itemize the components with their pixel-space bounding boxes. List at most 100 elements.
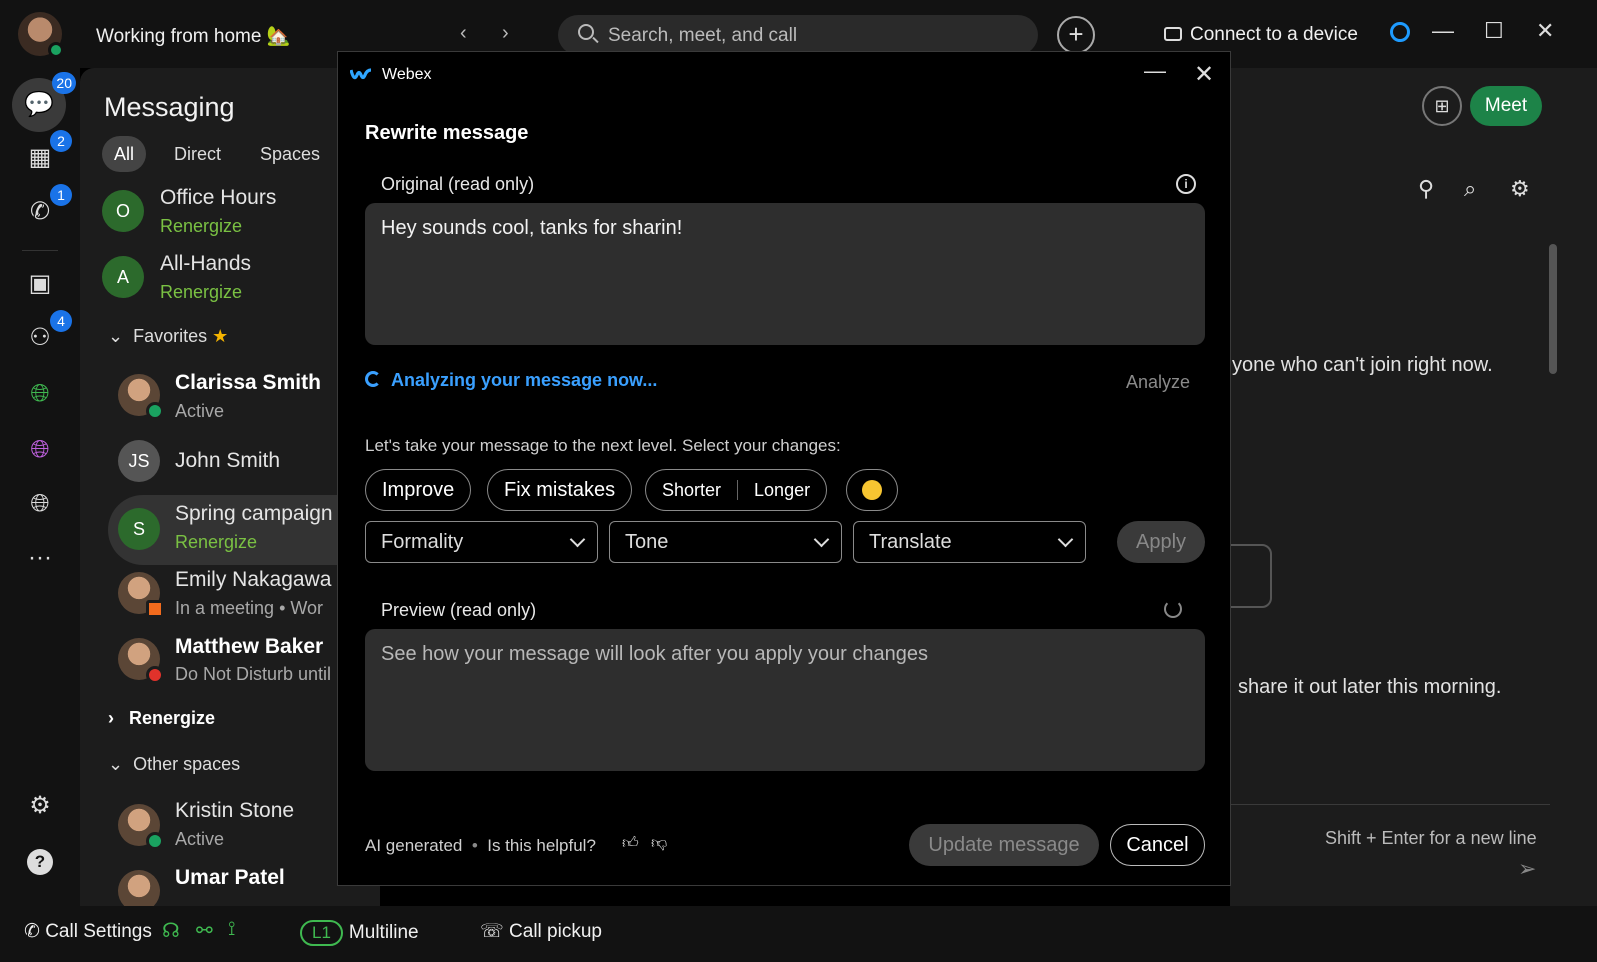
calendar-plus-icon: ⊞	[1434, 96, 1450, 116]
forward-arrow-icon[interactable]: ›	[502, 22, 509, 45]
update-message-button[interactable]: Update message	[909, 824, 1099, 866]
ai-generated-label: AI generated	[365, 836, 463, 855]
new-action-button[interactable]: +	[1057, 16, 1095, 54]
settings-gear-icon[interactable]: ⚙	[18, 784, 62, 828]
preview-message-box: See how your message will look after you…	[365, 629, 1205, 771]
calendar-nav-button[interactable]: ▦ 2	[18, 130, 72, 180]
analyze-button[interactable]: Analyze	[1126, 372, 1190, 393]
other-spaces-label: Other spaces	[133, 754, 241, 774]
favorites-label: Favorites	[133, 326, 208, 346]
minimize-window-button[interactable]: —	[1432, 18, 1454, 44]
contacts-nav-button[interactable]: ▣	[18, 262, 62, 306]
longer-option[interactable]: Longer	[754, 480, 810, 500]
search-input[interactable]: Search, meet, and call	[558, 15, 1038, 55]
messaging-nav-button[interactable]: 💬 20	[12, 72, 76, 132]
formality-label: Formality	[381, 531, 464, 553]
call-settings-label: Call Settings	[45, 921, 152, 942]
tone-select[interactable]: Tone	[609, 521, 842, 563]
send-icon[interactable]: ➢	[1518, 856, 1536, 882]
favorites-section-toggle[interactable]: ⌄ Favorites ★	[108, 326, 228, 347]
globe-purple-icon[interactable]: 🌐︎	[18, 428, 62, 472]
back-arrow-icon[interactable]: ‹	[460, 22, 467, 45]
translate-label: Translate	[869, 531, 952, 553]
filter-direct-tab[interactable]: Direct	[162, 136, 233, 172]
avatar	[118, 804, 164, 850]
messaging-badge: 20	[52, 72, 76, 94]
original-message-text: Hey sounds cool, tanks for sharin!	[381, 217, 683, 239]
maximize-window-button[interactable]: ☐	[1484, 18, 1504, 44]
dialog-app-name: Webex	[382, 66, 432, 83]
emoji-chip[interactable]	[846, 469, 898, 511]
apply-button[interactable]: Apply	[1117, 521, 1205, 563]
avatar	[118, 374, 164, 420]
voicemail-icon[interactable]: ☊	[162, 918, 180, 943]
renergize-section-toggle[interactable]: › Renergize	[108, 708, 215, 729]
refresh-icon[interactable]	[1164, 600, 1182, 618]
call-status-icon[interactable]: ⟟	[228, 918, 235, 941]
shorter-option[interactable]: Shorter	[662, 480, 721, 500]
helpful-question: Is this helpful?	[487, 836, 596, 855]
instructions-text: Let's take your message to the next leve…	[365, 436, 841, 455]
call-pickup-icon: ☏	[480, 921, 504, 942]
chat-message-text: yone who can't join right now.	[1232, 354, 1493, 376]
other-spaces-section-toggle[interactable]: ⌄ Other spaces	[108, 754, 240, 775]
dialog-minimize-button[interactable]: —	[1144, 58, 1166, 84]
fix-mistakes-chip[interactable]: Fix mistakes	[487, 469, 633, 511]
chat-panel	[1230, 68, 1597, 914]
call-settings-button[interactable]: ✆ Call Settings	[24, 920, 152, 943]
dialog-close-button[interactable]: ✕	[1194, 60, 1214, 89]
space-name: Spring campaign	[175, 502, 333, 525]
contact-status: In a meeting • Wor	[175, 598, 324, 618]
chevron-down-icon	[569, 531, 586, 548]
improve-chip[interactable]: Improve	[365, 469, 472, 511]
people-icon: ⚇	[29, 324, 51, 351]
scrollbar-thumb[interactable]	[1549, 244, 1557, 374]
analyzing-status: Analyzing your message now...	[365, 370, 657, 391]
multiline-button[interactable]: L1 Multiline	[300, 920, 419, 946]
space-team: Renergize	[175, 532, 258, 552]
presence-active-icon	[146, 832, 164, 850]
chat-bubble-icon: 💬	[24, 91, 54, 118]
globe-green-icon[interactable]: 🌐︎	[18, 372, 62, 416]
schedule-button[interactable]: ⊞	[1422, 86, 1462, 126]
teams-nav-button[interactable]: ⚇ 4	[18, 310, 72, 360]
status-message[interactable]: Working from home 🏡	[96, 24, 290, 48]
chevron-down-icon	[813, 531, 830, 548]
formality-select[interactable]: Formality	[365, 521, 598, 563]
contact-name: Kristin Stone	[175, 799, 295, 822]
space-team: Renergize	[160, 282, 243, 302]
filter-all-tab[interactable]: All	[102, 136, 147, 172]
avatar: S	[118, 508, 160, 550]
contacts-icon: ▣	[28, 270, 52, 297]
call-pickup-button[interactable]: ☏ Call pickup	[480, 920, 602, 943]
forward-call-icon[interactable]: ⚯	[196, 918, 213, 943]
chevron-right-icon: ›	[108, 708, 114, 728]
connect-device-button[interactable]: Connect to a device	[1164, 24, 1358, 46]
avatar	[118, 870, 160, 906]
cancel-button[interactable]: Cancel	[1110, 824, 1205, 866]
close-window-button[interactable]: ✕	[1536, 18, 1554, 44]
calls-nav-button[interactable]: ✆ 1	[18, 184, 72, 234]
help-icon[interactable]: ?	[18, 838, 62, 882]
translate-select[interactable]: Translate	[853, 521, 1086, 563]
preview-label: Preview (read only)	[381, 600, 537, 620]
filter-spaces-tab[interactable]: Spaces	[248, 136, 332, 172]
more-apps-button[interactable]: ···	[18, 536, 62, 580]
thumbs-down-icon[interactable]: 👎︎	[651, 834, 667, 853]
chat-message-text: share it out later this morning.	[1238, 676, 1502, 698]
chat-settings-gear-icon[interactable]: ⚙	[1510, 176, 1530, 202]
pinned-icon[interactable]: ⚲	[1418, 176, 1434, 202]
chip-divider	[737, 480, 739, 500]
thumbs-up-icon[interactable]: 👍︎	[622, 834, 639, 853]
calendar-icon: ▦	[28, 144, 52, 171]
chat-scrollbar[interactable]	[1546, 220, 1560, 800]
user-avatar[interactable]	[18, 12, 64, 58]
list-item[interactable]: Umar Patel	[110, 862, 340, 906]
chat-search-icon[interactable]: ⌕	[1464, 176, 1476, 202]
globe-icon[interactable]: 🌐︎	[18, 482, 62, 526]
ai-assistant-icon[interactable]	[1390, 22, 1410, 42]
line-badge: L1	[300, 920, 343, 946]
meet-button[interactable]: Meet	[1470, 86, 1542, 126]
info-icon[interactable]: i	[1176, 174, 1196, 194]
phone-settings-icon: ✆	[24, 921, 40, 942]
